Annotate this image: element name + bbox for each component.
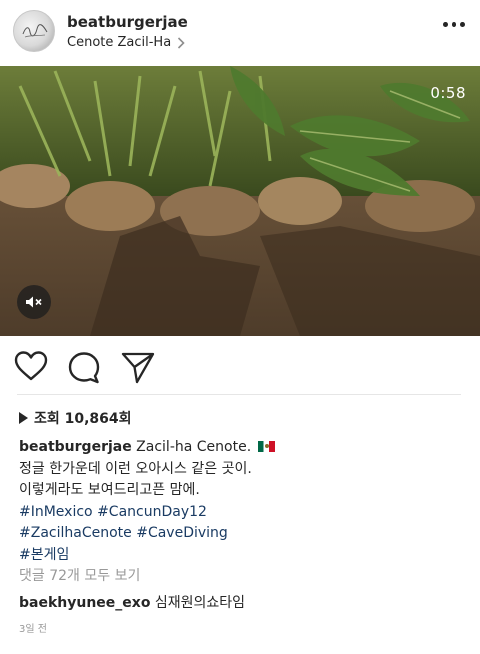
video-timer: 0:58 (430, 84, 466, 102)
caption-line: 정글 한가운데 이런 오아시스 같은 곳이. (19, 460, 252, 477)
caption-line: 이렇게라도 보여드리고픈 맘에. (19, 482, 200, 498)
username[interactable]: beatburgerjae (67, 13, 188, 31)
comment-text: 심재원의쇼타임 (154, 595, 246, 611)
avatar[interactable] (13, 10, 55, 52)
caption-author[interactable]: beatburgerjae (19, 439, 132, 455)
caption: beatburgerjae Zacil-ha Cenote. 정글 한가운데 이… (19, 437, 469, 566)
caption-text: Zacil-ha Cenote. (136, 439, 252, 455)
hashtag-line[interactable]: #본게임 (19, 545, 469, 567)
view-all-comments-link[interactable]: 댓글 72개 모두 보기 (19, 565, 140, 585)
speaker-muted-icon (26, 296, 42, 308)
video-frame (0, 66, 480, 336)
hashtag-line[interactable]: #ZacilhaCenote #CaveDiving (19, 523, 469, 545)
avatar-signature-icon (22, 24, 48, 38)
view-count-label: 조회 10,864회 (34, 411, 132, 427)
heart-icon[interactable] (13, 349, 49, 385)
post-timestamp: 3일 전 (19, 624, 47, 635)
comment: baekhyunee_exo 심재원의쇼타임 (19, 592, 245, 612)
post-header: beatburgerjae Cenote Zacil-Ha (0, 0, 480, 66)
comment-bubble-icon[interactable] (66, 349, 102, 385)
action-bar (0, 346, 480, 390)
more-dots-icon[interactable] (443, 22, 466, 28)
paper-plane-icon[interactable] (120, 349, 156, 385)
post-video[interactable]: 0:58 (0, 66, 480, 336)
divider (17, 394, 461, 395)
hashtag-line[interactable]: #InMexico #CancunDay12 (19, 502, 469, 524)
location-link[interactable]: Cenote Zacil-Ha (67, 35, 185, 50)
view-count[interactable]: 조회 10,864회 (19, 408, 132, 428)
chevron-right-icon (178, 36, 185, 49)
play-icon (19, 412, 28, 424)
mexico-flag-icon (257, 441, 275, 452)
comment-author[interactable]: baekhyunee_exo (19, 595, 150, 611)
mute-button[interactable] (17, 285, 51, 319)
location-label: Cenote Zacil-Ha (67, 35, 172, 50)
